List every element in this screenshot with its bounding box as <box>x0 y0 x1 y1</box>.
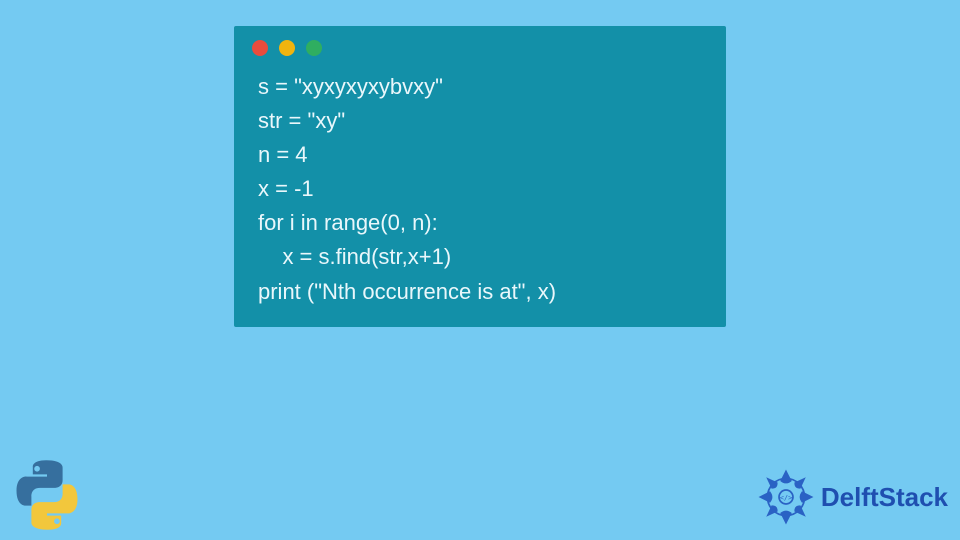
minimize-icon[interactable] <box>279 40 295 56</box>
code-window: s = "xyxyxyxybvxy" str = "xy" n = 4 x = … <box>234 26 726 327</box>
python-icon <box>8 456 86 534</box>
maximize-icon[interactable] <box>306 40 322 56</box>
code-line: str = "xy" <box>258 104 702 138</box>
delftstack-branding: </> DelftStack <box>757 468 948 526</box>
delftstack-label: DelftStack <box>821 482 948 513</box>
code-line: s = "xyxyxyxybvxy" <box>258 70 702 104</box>
close-icon[interactable] <box>252 40 268 56</box>
code-line: n = 4 <box>258 138 702 172</box>
code-line: x = s.find(str,x+1) <box>258 240 702 274</box>
svg-text:</>: </> <box>780 494 793 502</box>
code-line: x = -1 <box>258 172 702 206</box>
code-line: print ("Nth occurrence is at", x) <box>258 275 702 309</box>
window-titlebar <box>234 26 726 64</box>
delftstack-logo-icon: </> <box>757 468 815 526</box>
code-block: s = "xyxyxyxybvxy" str = "xy" n = 4 x = … <box>234 64 726 309</box>
code-line: for i in range(0, n): <box>258 206 702 240</box>
